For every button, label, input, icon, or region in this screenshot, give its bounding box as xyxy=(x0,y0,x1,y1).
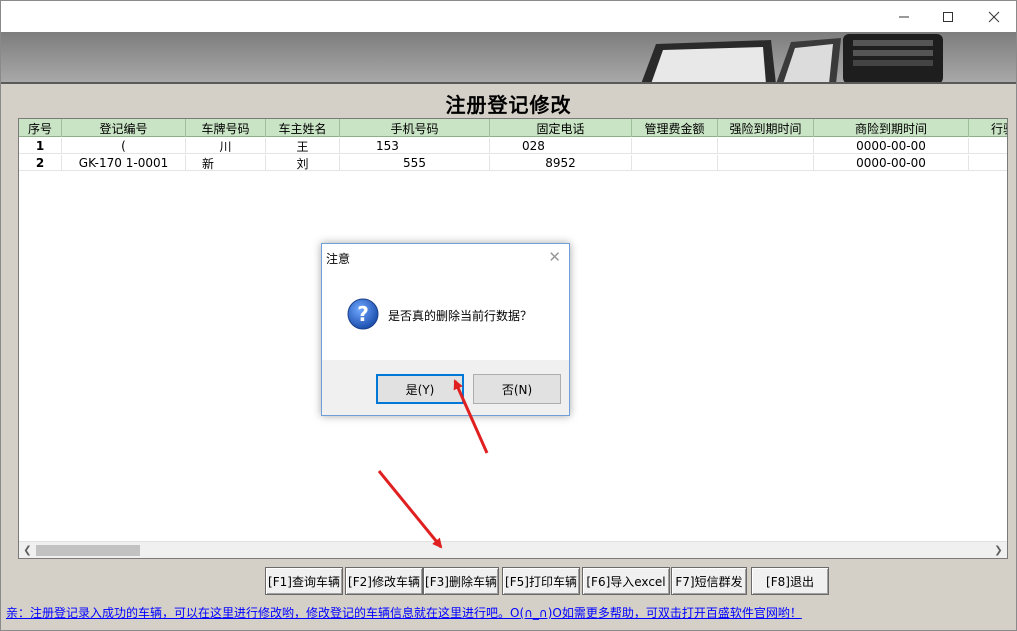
question-icon: ? xyxy=(347,298,379,330)
table-cell: ( xyxy=(62,138,186,154)
scroll-right-icon[interactable]: ❯ xyxy=(990,542,1007,558)
close-icon[interactable]: ✕ xyxy=(548,248,561,266)
computer-illustration-icon xyxy=(641,34,943,82)
table-row[interactable]: 1 ( 川 王 153 028 0000-00-00 xyxy=(19,138,1007,154)
app-window: 注册登记修改 序号 登记编号 车牌号码 车主姓名 手机号码 固定电话 管理费金额… xyxy=(0,0,1017,631)
table-cell: 川 xyxy=(186,138,266,154)
dialog-message: 是否真的删除当前行数据？ xyxy=(388,309,533,323)
table-cell xyxy=(718,155,814,171)
close-icon[interactable] xyxy=(971,1,1017,32)
table-cell xyxy=(632,138,718,154)
column-header[interactable]: 商险到期时间 xyxy=(814,119,969,137)
query-vehicle-button[interactable]: [F1]查询车辆 xyxy=(265,567,343,595)
column-header[interactable]: 行驶 xyxy=(969,119,1007,137)
page-title: 注册登记修改 xyxy=(445,93,572,117)
dialog-title: 注意 xyxy=(326,252,351,266)
column-header[interactable]: 车主姓名 xyxy=(266,119,340,137)
table-header: 序号 登记编号 车牌号码 车主姓名 手机号码 固定电话 管理费金额 强险到期时间… xyxy=(19,119,1007,137)
print-vehicle-button[interactable]: [F5]打印车辆 xyxy=(502,567,580,595)
table-cell: 新 xyxy=(186,155,266,171)
table-cell: 153 xyxy=(340,138,490,154)
column-header[interactable]: 管理费金额 xyxy=(632,119,718,137)
sms-broadcast-button[interactable]: F7]短信群发 xyxy=(671,567,747,595)
table-cell xyxy=(632,155,718,171)
table-cell: 0000-00-00 xyxy=(814,155,969,171)
yes-button[interactable]: 是(Y) xyxy=(376,374,464,404)
dialog-title-bar: 注意 ✕ xyxy=(322,244,569,270)
confirm-dialog: 注意 ✕ ? 是否真的删除当前行数据？ 是(Y) 否(N) xyxy=(321,243,570,416)
column-header[interactable]: 手机号码 xyxy=(340,119,490,137)
table-cell: 555 xyxy=(340,155,490,171)
column-header[interactable]: 车牌号码 xyxy=(186,119,266,137)
exit-button[interactable]: [F8]退出 xyxy=(751,567,829,595)
svg-text:?: ? xyxy=(357,302,369,326)
scroll-left-icon[interactable]: ❮ xyxy=(19,542,36,558)
title-bar xyxy=(1,1,1016,32)
status-help-link[interactable]: 亲：注册登记录入成功的车辆，可以在这里进行修改哟，修改登记的车辆信息就在这里进行… xyxy=(6,604,802,621)
table-cell: GK-170 1-0001 xyxy=(62,155,186,171)
dialog-body: ? 是否真的删除当前行数据？ xyxy=(322,270,569,360)
maximize-icon[interactable] xyxy=(925,1,971,32)
import-excel-button[interactable]: [F6]导入excel xyxy=(582,567,670,595)
table-cell xyxy=(969,155,1007,171)
table-cell: 028 xyxy=(490,138,632,154)
delete-vehicle-button[interactable]: [F3]删除车辆 xyxy=(423,567,499,595)
column-header[interactable]: 固定电话 xyxy=(490,119,632,137)
minimize-icon[interactable] xyxy=(881,1,927,32)
column-header[interactable]: 序号 xyxy=(19,119,62,137)
table-cell: 刘 xyxy=(266,155,340,171)
column-header[interactable]: 强险到期时间 xyxy=(718,119,814,137)
table-row[interactable]: 2 GK-170 1-0001 新 刘 555 8952 0000-00-00 xyxy=(19,155,1007,171)
table-cell xyxy=(718,138,814,154)
no-button[interactable]: 否(N) xyxy=(473,374,561,404)
header-banner xyxy=(1,32,1016,84)
table-cell xyxy=(969,138,1007,154)
table-cell: 2 xyxy=(19,155,62,171)
table-cell: 王 xyxy=(266,138,340,154)
horizontal-scrollbar[interactable]: ❮ ❯ xyxy=(19,541,1007,558)
table-cell: 1 xyxy=(19,138,62,154)
modify-vehicle-button[interactable]: [F2]修改车辆 xyxy=(345,567,423,595)
column-header[interactable]: 登记编号 xyxy=(62,119,186,137)
table-cell: 0000-00-00 xyxy=(814,138,969,154)
table-cell: 8952 xyxy=(490,155,632,171)
scroll-thumb[interactable] xyxy=(36,545,140,556)
